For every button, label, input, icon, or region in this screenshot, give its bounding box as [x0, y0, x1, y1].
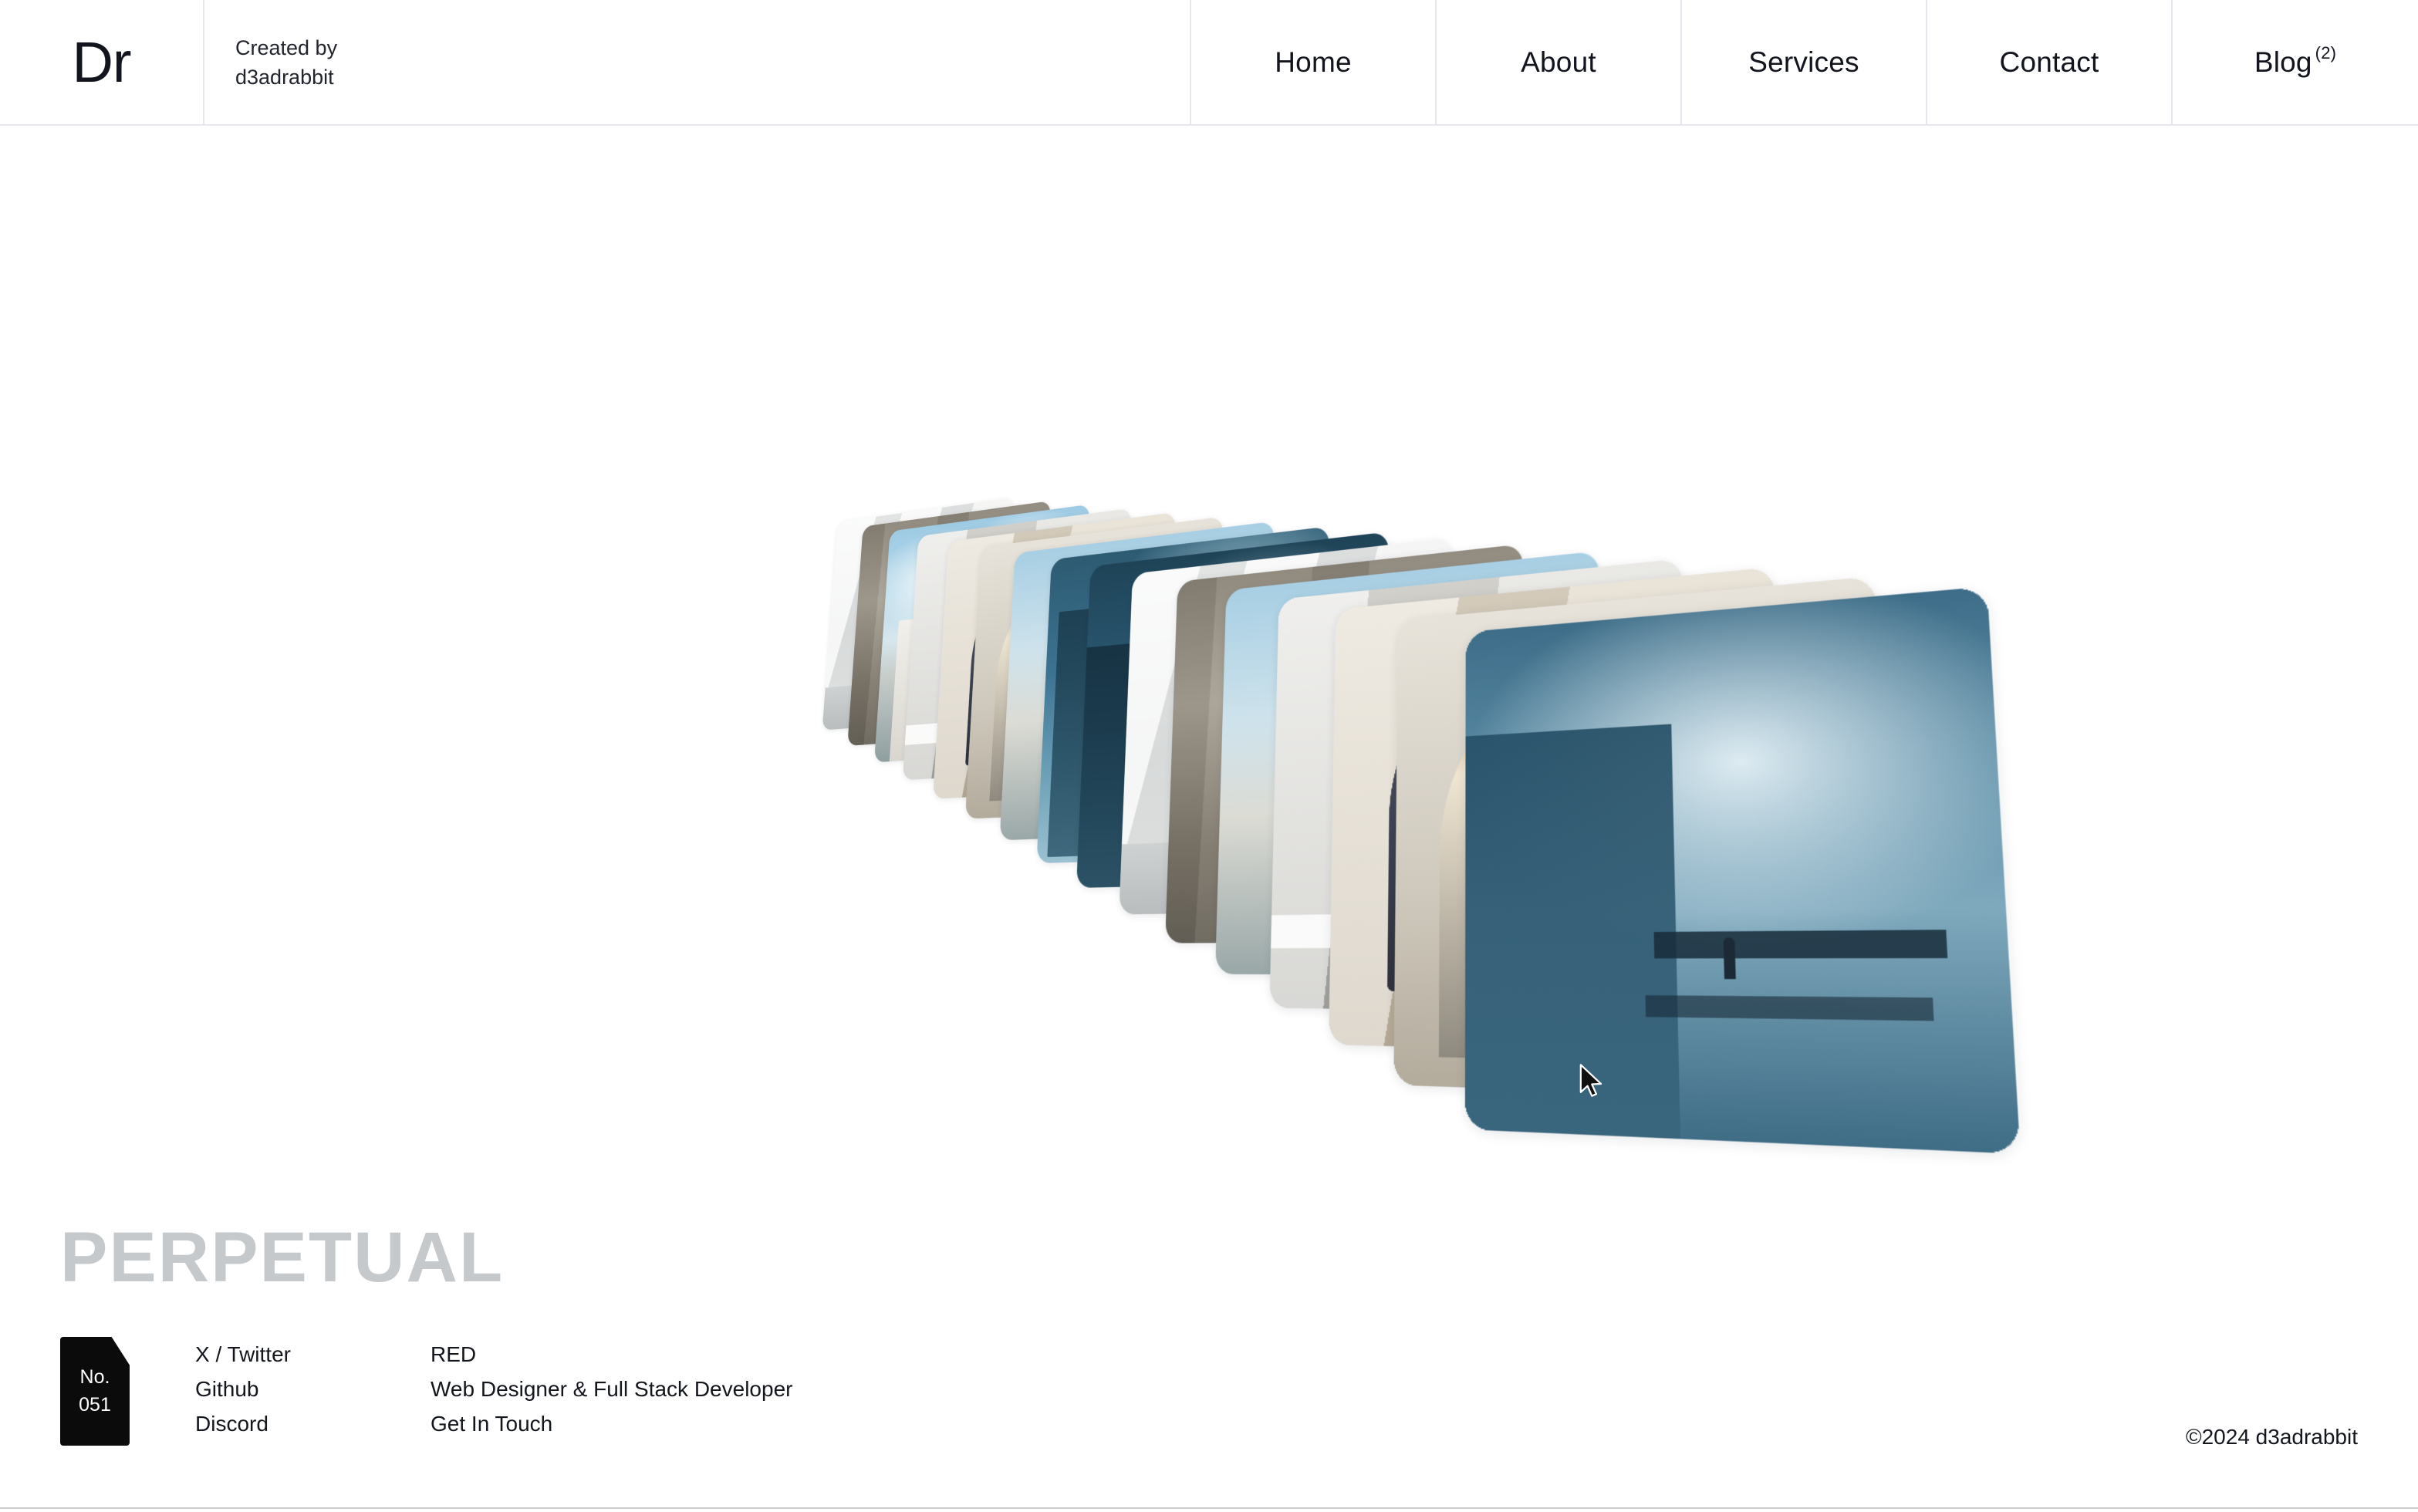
nav-item-about[interactable]: About	[1437, 0, 1682, 124]
footer-info-item[interactable]: Web Designer & Full Stack Developer	[431, 1372, 792, 1406]
badge-number: 051	[79, 1393, 111, 1416]
credit-line-2: d3adrabbit	[235, 65, 334, 89]
gallery-card-image	[1464, 586, 2021, 1154]
nav-item-label: About	[1521, 46, 1596, 78]
nav-item-label: Home	[1275, 46, 1352, 78]
credit-block: Created by d3adrabbit	[204, 0, 1191, 124]
figure-silhouette	[1724, 937, 1737, 979]
logo-link[interactable]: Dr	[0, 0, 204, 124]
nav-item-services[interactable]: Services	[1682, 0, 1927, 124]
footer-link[interactable]: Github	[195, 1372, 431, 1406]
nav-item-count: (2)	[2315, 42, 2337, 62]
footer-info-column: RED Web Designer & Full Stack Developer Ge…	[431, 1337, 792, 1441]
footer-link[interactable]: Discord	[195, 1406, 431, 1441]
copyright: ©2024 d3adrabbit	[2185, 1425, 2358, 1449]
footer-columns: No. 051 X / Twitter Github Discord RED Web …	[60, 1337, 792, 1446]
nav-item-home[interactable]: Home	[1191, 0, 1437, 124]
footer-info-item[interactable]: RED	[431, 1337, 792, 1372]
site-footer: PERPETUAL No. 051 X / Twitter Github Disco…	[0, 1198, 2418, 1512]
nav-item-blog[interactable]: Blog (2)	[2173, 0, 2418, 124]
logo-mark: Dr	[72, 29, 131, 94]
footer-info-item[interactable]: Get In Touch	[431, 1406, 792, 1441]
nav-item-label: Blog	[2254, 46, 2312, 78]
credit-line-1: Created by	[235, 35, 338, 59]
page-root: Dr Created by d3adrabbit Home About Servic…	[0, 0, 2418, 1512]
status-badge: No. 051	[60, 1337, 130, 1446]
card-gallery[interactable]	[0, 126, 2418, 1198]
nav-item-label: Contact	[1999, 46, 2099, 78]
badge-label: No.	[79, 1366, 110, 1389]
footer-link[interactable]: X / Twitter	[195, 1337, 431, 1372]
footer-divider	[0, 1507, 2418, 1509]
nav-item-contact[interactable]: Contact	[1927, 0, 2173, 124]
page-title: PERPETUAL	[60, 1218, 505, 1297]
footer-links-column: X / Twitter Github Discord	[195, 1337, 431, 1441]
nav-item-label: Services	[1748, 46, 1859, 78]
gallery-card[interactable]	[1464, 586, 2021, 1154]
site-header: Dr Created by d3adrabbit Home About Servic…	[0, 0, 2418, 126]
